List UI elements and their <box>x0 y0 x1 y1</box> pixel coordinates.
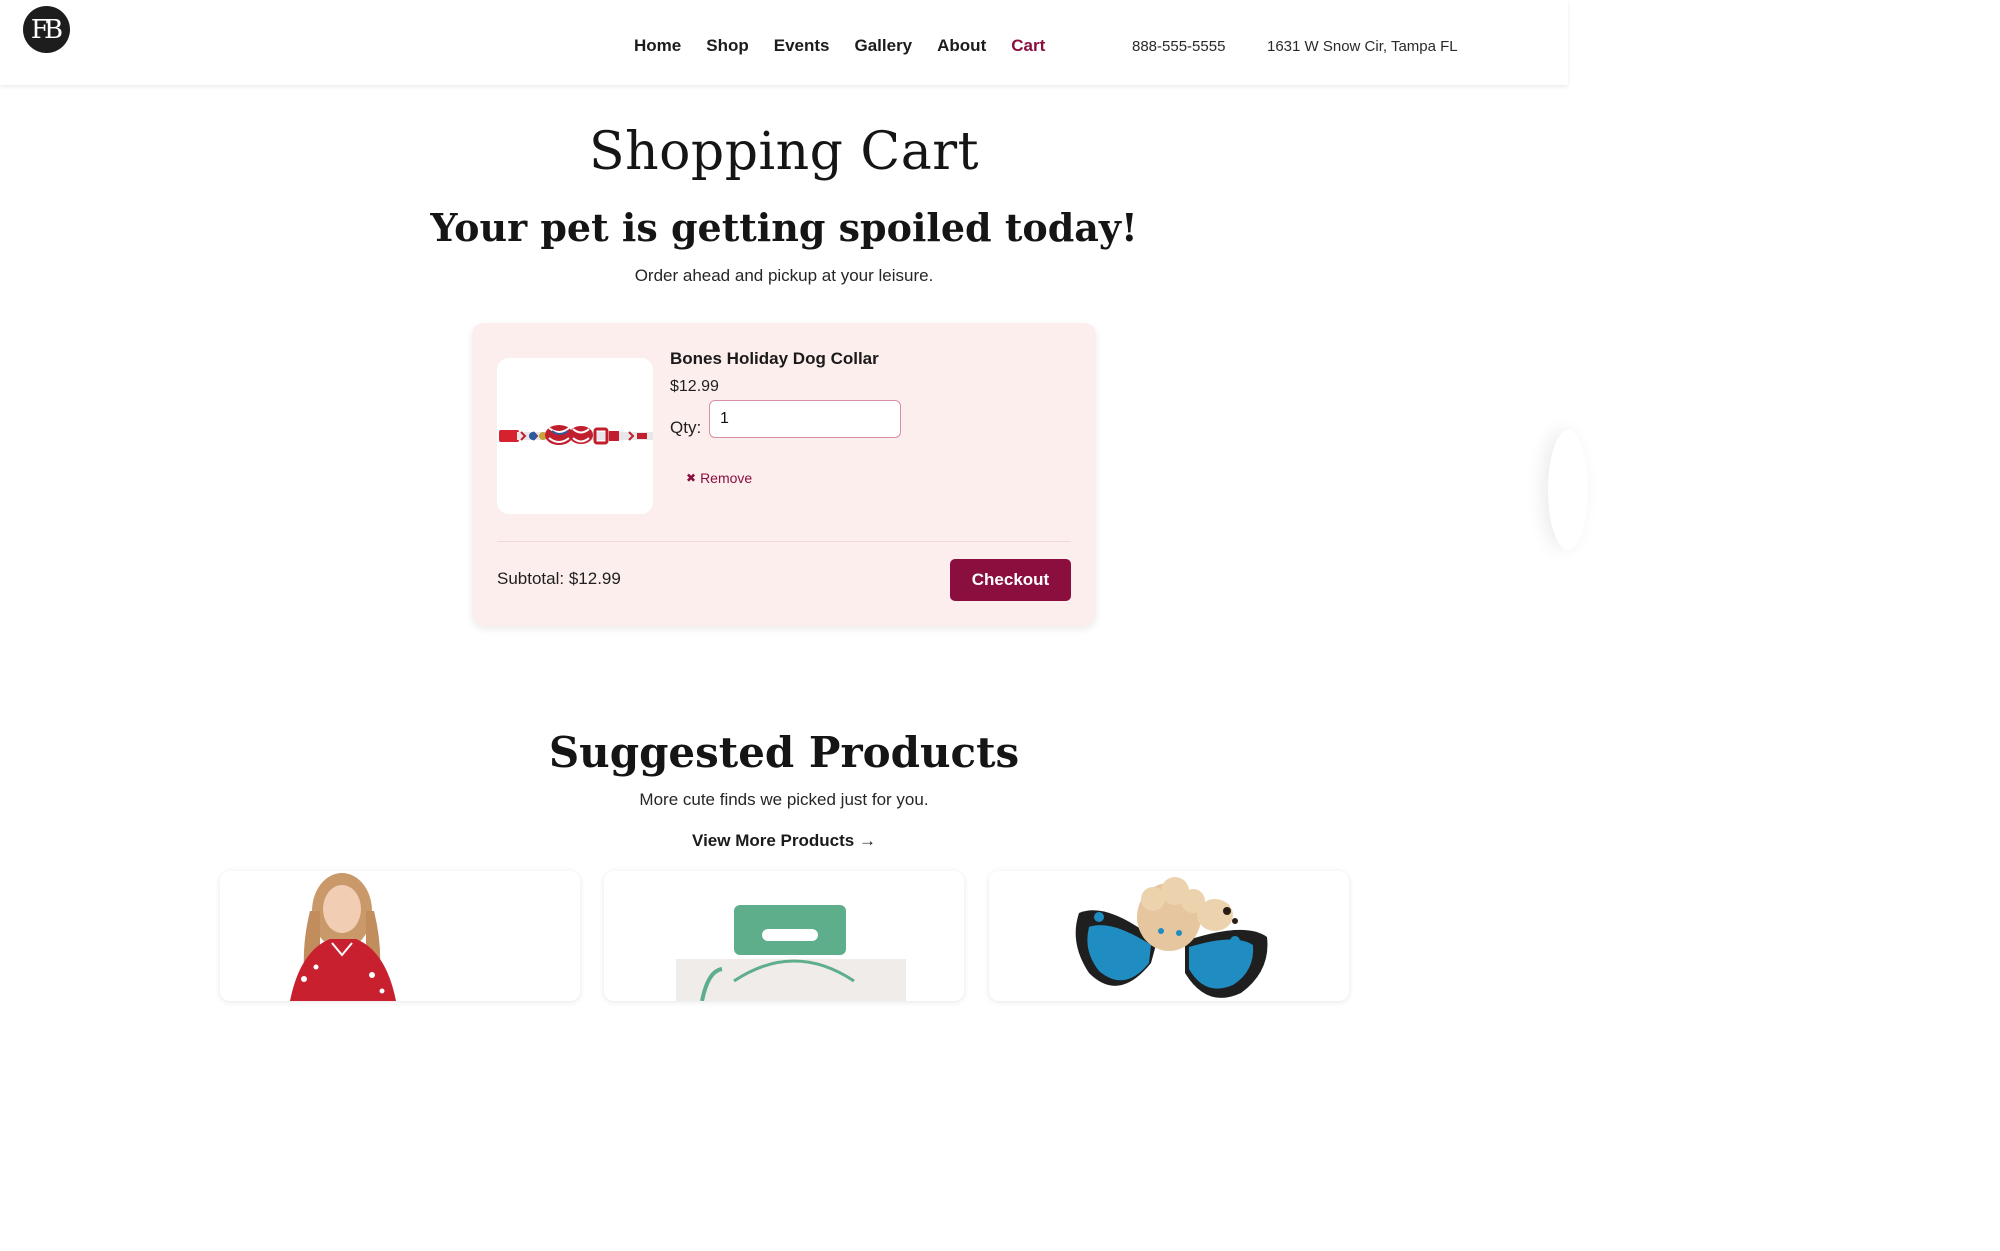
suggested-product-card[interactable] <box>604 871 964 1001</box>
divider <box>497 541 1071 542</box>
product-image[interactable] <box>497 358 653 514</box>
address-link[interactable]: 1631 W Snow Cir, Tampa FL <box>1267 38 1458 55</box>
page-subtitle: Your pet is getting spoiled today! <box>430 205 1138 250</box>
qty-input[interactable] <box>709 400 901 438</box>
suggested-product-card[interactable] <box>989 871 1349 1001</box>
close-icon: ✖ <box>686 471 697 485</box>
suggested-product-card[interactable] <box>220 871 580 1001</box>
logo[interactable]: FB <box>23 6 70 53</box>
product-price: $12.99 <box>670 378 719 395</box>
remove-button[interactable]: ✖ Remove <box>686 470 752 486</box>
dog-collar-image <box>497 358 653 514</box>
suggested-subtitle: More cute finds we picked just for you. <box>639 790 929 809</box>
pajama-person-image <box>290 873 396 1001</box>
product-name[interactable]: Bones Holiday Dog Collar <box>670 349 879 369</box>
nav-cart[interactable]: Cart <box>1011 36 1045 56</box>
qty-label: Qty: <box>670 418 702 437</box>
nav-home[interactable]: Home <box>634 36 681 56</box>
site-header: FB Home Shop Events Gallery About Cart 8… <box>0 0 1568 85</box>
subtotal: Subtotal: $12.99 <box>497 569 621 588</box>
view-more-link-wrapper: View More Products → <box>0 831 1568 851</box>
nav-about[interactable]: About <box>937 36 986 56</box>
butterfly-dog-image <box>1075 877 1268 998</box>
page-title: Shopping Cart <box>589 122 979 182</box>
phone-link[interactable]: 888-555-5555 <box>1132 38 1225 55</box>
checkout-button[interactable]: Checkout <box>950 559 1071 601</box>
main-nav: Home Shop Events Gallery About Cart <box>634 36 1045 56</box>
edge-shadow <box>1548 430 1588 550</box>
nav-gallery[interactable]: Gallery <box>854 36 912 56</box>
page-tagline: Order ahead and pickup at your leisure. <box>634 266 934 285</box>
lucy-co-package-image <box>676 905 906 1001</box>
view-more-link[interactable]: View More Products → <box>692 831 876 850</box>
nav-shop[interactable]: Shop <box>706 36 749 56</box>
cart-card: Bones Holiday Dog Collar $12.99 Qty: ✖ R… <box>472 323 1096 626</box>
remove-label: Remove <box>700 470 753 486</box>
nav-events[interactable]: Events <box>774 36 830 56</box>
suggested-title: Suggested Products <box>548 728 1020 777</box>
